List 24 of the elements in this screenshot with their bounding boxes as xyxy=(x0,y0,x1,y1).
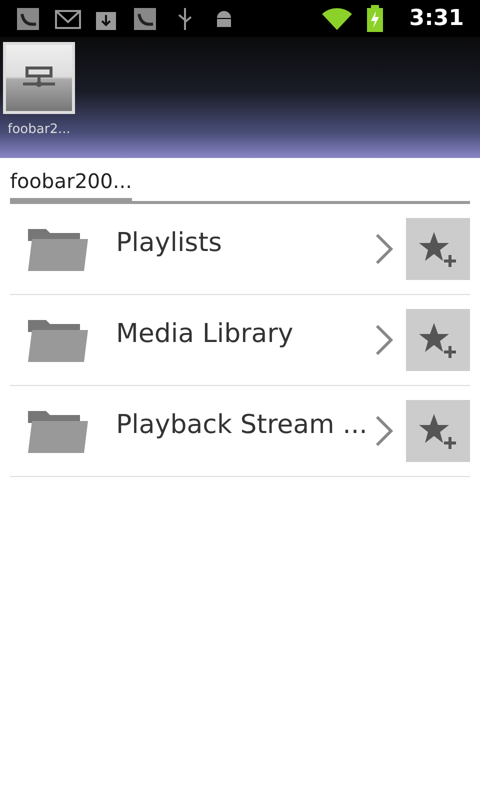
folder-icon xyxy=(28,227,88,271)
folder-row[interactable]: Media Library xyxy=(10,295,470,386)
wifi-icon xyxy=(321,6,354,32)
folder-label: Playlists xyxy=(116,227,222,260)
chevron-right-icon xyxy=(374,415,394,447)
notification-icon xyxy=(133,6,159,32)
add-favorite-button[interactable] xyxy=(406,309,470,371)
add-favorite-button[interactable] xyxy=(406,400,470,462)
chevron-right-icon xyxy=(374,233,394,265)
folder-label: Media Library xyxy=(116,318,294,351)
shortcut-button[interactable] xyxy=(3,42,75,114)
folder-icon xyxy=(28,318,88,362)
folder-row[interactable]: Playback Stream ... xyxy=(10,386,470,477)
network-icon xyxy=(23,66,55,90)
battery-charging-icon xyxy=(366,4,384,32)
shortcut-label: foobar2... xyxy=(8,121,70,139)
notification-icon xyxy=(16,6,42,32)
folder-icon xyxy=(28,409,88,453)
breadcrumb-tab[interactable]: foobar200... xyxy=(10,166,132,204)
folder-label: Playback Stream ... xyxy=(116,409,368,442)
status-time: 3:31 xyxy=(409,5,464,33)
add-favorite-button[interactable] xyxy=(406,218,470,280)
chevron-right-icon xyxy=(374,324,394,356)
folder-row[interactable]: Playlists xyxy=(10,204,470,295)
